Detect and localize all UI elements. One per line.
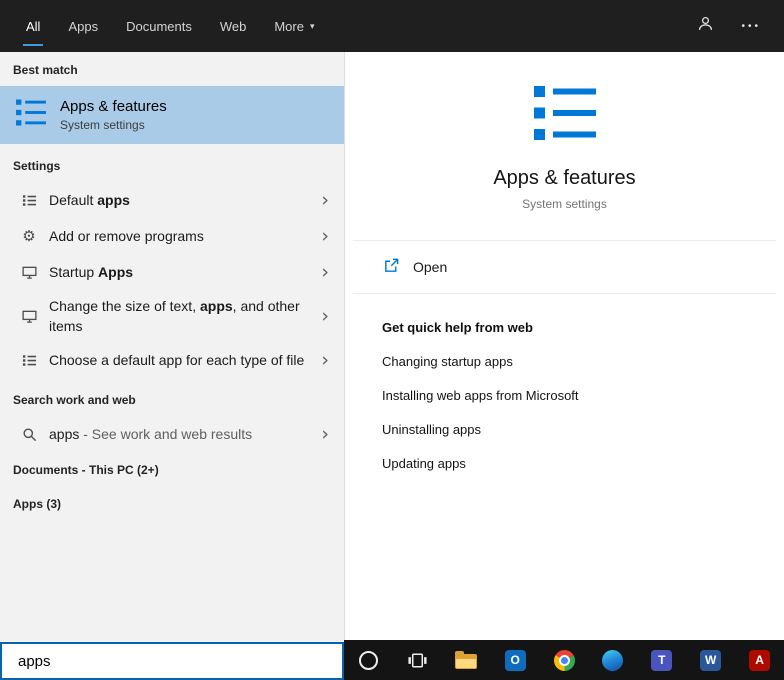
acrobat-button[interactable]: A bbox=[735, 640, 784, 680]
label-pre: Default bbox=[49, 192, 97, 208]
open-label: Open bbox=[413, 259, 447, 275]
preview-title: Apps & features bbox=[345, 167, 784, 190]
preview-subtitle: System settings bbox=[345, 197, 784, 211]
tab-label: Documents bbox=[126, 19, 192, 34]
task-view-button[interactable] bbox=[393, 640, 442, 680]
gear-icon: ⚙ bbox=[20, 229, 38, 244]
chevron-right-icon: › bbox=[316, 425, 334, 444]
help-section: Get quick help from web Changing startup… bbox=[345, 294, 784, 471]
tab-web[interactable]: Web bbox=[220, 0, 247, 52]
tab-label: Apps bbox=[68, 19, 98, 34]
best-match-subtitle: System settings bbox=[60, 118, 167, 132]
chevron-right-icon: › bbox=[316, 227, 334, 246]
label-pre: Change the size of text, bbox=[49, 298, 200, 314]
settings-item-label: Change the size of text, apps, and other… bbox=[49, 296, 316, 336]
file-association-icon bbox=[20, 353, 38, 368]
best-match-title: Apps & features bbox=[60, 98, 167, 115]
tab-more[interactable]: More ▾ bbox=[274, 0, 314, 52]
label-pre: Startup bbox=[49, 264, 98, 280]
help-link-uninstalling-apps[interactable]: Uninstalling apps bbox=[382, 422, 754, 437]
documents-group-header: Documents - This PC (2+) bbox=[0, 452, 344, 486]
query-text: apps bbox=[49, 426, 79, 442]
search-input[interactable] bbox=[2, 644, 342, 678]
tab-apps[interactable]: Apps bbox=[68, 0, 98, 52]
settings-item-display-size[interactable]: Change the size of text, apps, and other… bbox=[0, 290, 344, 342]
tab-label: More bbox=[274, 19, 304, 34]
user-account-icon[interactable] bbox=[697, 15, 714, 37]
windows-search-flyout: All Apps Documents Web More ▾ ••• Best m… bbox=[0, 0, 784, 680]
web-search-header: Search work and web bbox=[0, 378, 344, 416]
caret-down-icon: ▾ bbox=[310, 21, 315, 32]
settings-item-label: Startup Apps bbox=[49, 262, 316, 282]
task-view-icon bbox=[407, 650, 428, 671]
label-pre: Choose a default app for each type of fi… bbox=[49, 352, 304, 368]
word-icon: W bbox=[700, 650, 721, 671]
chevron-right-icon: › bbox=[316, 351, 334, 370]
tab-label: Web bbox=[220, 19, 247, 34]
teams-icon: T bbox=[651, 650, 672, 671]
web-search-item[interactable]: apps - See work and web results › bbox=[0, 416, 344, 452]
topbar-actions: ••• bbox=[697, 0, 784, 52]
file-explorer-icon bbox=[455, 654, 477, 669]
open-icon bbox=[383, 257, 400, 277]
best-match-text: Apps & features System settings bbox=[60, 98, 167, 132]
suggestion-text: - See work and web results bbox=[79, 426, 252, 442]
search-box bbox=[0, 642, 344, 680]
web-search-label: apps - See work and web results bbox=[49, 424, 316, 444]
settings-item-default-app-file-type[interactable]: Choose a default app for each type of fi… bbox=[0, 342, 344, 378]
more-options-icon[interactable]: ••• bbox=[741, 21, 761, 32]
results-panel: Best match Apps & features System settin… bbox=[0, 52, 344, 642]
cortana-icon bbox=[359, 651, 378, 670]
file-explorer-button[interactable] bbox=[442, 640, 491, 680]
apps-features-icon-large bbox=[534, 85, 596, 141]
apps-features-icon bbox=[16, 99, 46, 131]
settings-item-label: Add or remove programs bbox=[49, 226, 316, 246]
search-icon bbox=[20, 427, 38, 442]
search-tabs-bar: All Apps Documents Web More ▾ ••• bbox=[0, 0, 784, 52]
default-apps-icon bbox=[20, 193, 38, 208]
chrome-icon bbox=[554, 650, 575, 671]
label-pre: Add or remove programs bbox=[49, 228, 204, 244]
teams-button[interactable]: T bbox=[637, 640, 686, 680]
tabs: All Apps Documents Web More ▾ bbox=[0, 0, 315, 52]
acrobat-icon: A bbox=[749, 650, 770, 671]
preview-panel: Apps & features System settings Open Get… bbox=[344, 52, 784, 640]
help-link-updating-apps[interactable]: Updating apps bbox=[382, 456, 754, 471]
outlook-button[interactable]: O bbox=[491, 640, 540, 680]
settings-item-label: Default apps bbox=[49, 190, 316, 210]
edge-button[interactable] bbox=[588, 640, 637, 680]
label-match: apps bbox=[97, 192, 130, 208]
best-match-header: Best match bbox=[0, 52, 344, 86]
label-match: Apps bbox=[98, 264, 133, 280]
settings-item-startup-apps[interactable]: Startup Apps › bbox=[0, 254, 344, 290]
help-header: Get quick help from web bbox=[382, 320, 754, 335]
best-match-item[interactable]: Apps & features System settings bbox=[0, 86, 344, 144]
settings-header: Settings bbox=[0, 144, 344, 182]
monitor-icon bbox=[20, 265, 38, 280]
taskbar: O T W A bbox=[344, 640, 784, 680]
chevron-right-icon: › bbox=[316, 307, 334, 326]
edge-icon bbox=[602, 650, 623, 671]
settings-item-add-remove-programs[interactable]: ⚙ Add or remove programs › bbox=[0, 218, 344, 254]
tab-documents[interactable]: Documents bbox=[126, 0, 192, 52]
label-match: apps bbox=[200, 298, 233, 314]
help-link-installing-web-apps[interactable]: Installing web apps from Microsoft bbox=[382, 388, 754, 403]
tab-all[interactable]: All bbox=[26, 0, 40, 52]
tab-label: All bbox=[26, 19, 40, 34]
chevron-right-icon: › bbox=[316, 191, 334, 210]
display-size-icon bbox=[20, 309, 38, 324]
apps-group-header: Apps (3) bbox=[0, 486, 344, 520]
chevron-right-icon: › bbox=[316, 263, 334, 282]
outlook-icon: O bbox=[505, 650, 526, 671]
help-link-changing-startup-apps[interactable]: Changing startup apps bbox=[382, 354, 754, 369]
cortana-button[interactable] bbox=[344, 640, 393, 680]
settings-item-label: Choose a default app for each type of fi… bbox=[49, 350, 316, 370]
settings-item-default-apps[interactable]: Default apps › bbox=[0, 182, 344, 218]
chrome-button[interactable] bbox=[540, 640, 589, 680]
open-button[interactable]: Open bbox=[345, 241, 784, 293]
word-button[interactable]: W bbox=[686, 640, 735, 680]
